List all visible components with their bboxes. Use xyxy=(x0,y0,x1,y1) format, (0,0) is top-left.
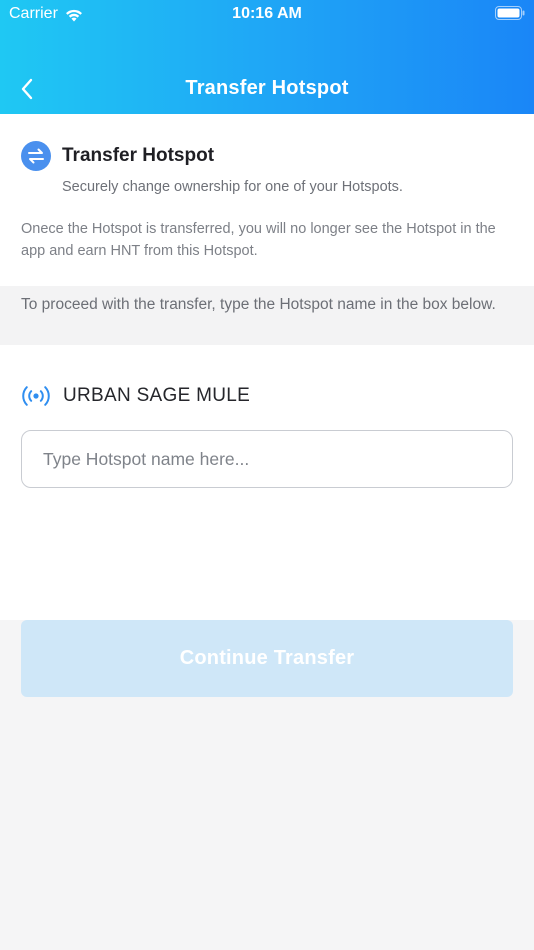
page-title: Transfer Hotspot xyxy=(185,77,349,99)
navigation-bar: Transfer Hotspot xyxy=(0,64,534,114)
header: Carrier 10:16 AM Transfer Hotspot xyxy=(0,0,534,114)
section-subtitle: Securely change ownership for one of you… xyxy=(62,179,403,195)
status-bar: Carrier 10:16 AM xyxy=(0,0,534,30)
transfer-arrows-glyph xyxy=(28,148,44,164)
hotspot-name-input[interactable] xyxy=(21,430,513,488)
section-title: Transfer Hotspot xyxy=(62,145,215,166)
status-time: 10:16 AM xyxy=(232,5,302,22)
signal-broadcast-icon xyxy=(22,386,50,406)
transfer-hotspot-screen: Carrier 10:16 AM Transfer Hotspot Transf… xyxy=(0,0,534,950)
instruction-text: To proceed with the transfer, type the H… xyxy=(21,296,496,313)
hotspot-name: URBAN SAGE MULE xyxy=(63,385,251,406)
battery-icon xyxy=(495,6,525,20)
transfer-arrows-icon xyxy=(21,141,51,171)
transfer-warning-text: Onece the Hotspot is transferred, you wi… xyxy=(21,221,496,259)
continue-transfer-button[interactable]: Continue Transfer xyxy=(21,620,513,697)
